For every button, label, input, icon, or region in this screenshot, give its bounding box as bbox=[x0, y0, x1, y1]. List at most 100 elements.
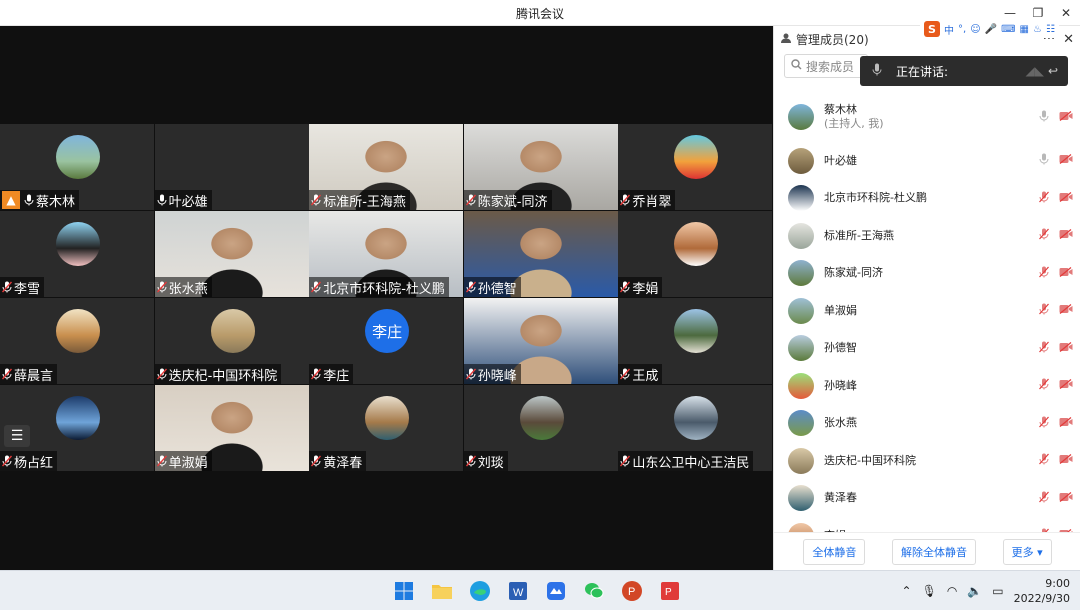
file-explorer-icon[interactable] bbox=[428, 577, 456, 605]
participant-tile[interactable]: 孙德智 bbox=[463, 211, 618, 297]
member-row[interactable]: 蔡木林 (主持人, 我) bbox=[774, 92, 1080, 142]
participant-name: 蔡木林 bbox=[36, 194, 76, 210]
ime-mode[interactable]: 中 bbox=[944, 22, 954, 37]
ime-toolbar[interactable]: S 中 °, ☺ 🎤 ⌨ ▦ ♨ ☷ bbox=[920, 20, 1059, 38]
participant-list-icon[interactable]: ☰ bbox=[4, 425, 30, 447]
member-row[interactable]: 张水燕 bbox=[774, 405, 1080, 443]
member-row[interactable]: 叶必雄 bbox=[774, 142, 1080, 180]
tray-mic-icon[interactable]: 🎙 bbox=[922, 584, 937, 598]
participant-tile[interactable]: 李雪 bbox=[0, 211, 154, 297]
member-mic-muted-icon[interactable] bbox=[1039, 491, 1049, 506]
clock-date: 2022/9/30 bbox=[1013, 592, 1070, 605]
member-row[interactable]: 陈家斌-同济 bbox=[774, 255, 1080, 293]
word-icon[interactable]: W bbox=[504, 577, 532, 605]
member-camera-icon[interactable] bbox=[1059, 416, 1073, 430]
ime-emoji-icon[interactable]: ☺ bbox=[970, 24, 980, 35]
participant-tile[interactable]: 张水燕 bbox=[154, 211, 309, 297]
powerpoint-icon[interactable]: P bbox=[618, 577, 646, 605]
participant-tile[interactable]: 李庄 李庄 bbox=[309, 298, 464, 384]
member-mic-muted-icon[interactable] bbox=[1039, 378, 1049, 393]
unmute-all-button[interactable]: 解除全体静音 bbox=[891, 538, 976, 565]
panel-close-icon[interactable]: ✕ bbox=[1063, 32, 1074, 47]
participant-tile[interactable]: 山东公卫中心王洁民 bbox=[618, 385, 773, 471]
clock[interactable]: 9:00 2022/9/30 bbox=[1014, 576, 1070, 606]
participant-name: 孙晓峰 bbox=[477, 368, 517, 384]
participant-tile[interactable]: 王成 bbox=[618, 298, 773, 384]
participant-tile[interactable]: 标准所-王海燕 bbox=[309, 124, 464, 210]
member-info: 蔡木林 (主持人, 我) bbox=[824, 103, 884, 131]
member-row[interactable]: 北京市环科院-杜义鹏 bbox=[774, 180, 1080, 218]
member-camera-icon[interactable] bbox=[1059, 191, 1073, 205]
member-row[interactable]: 孙晓峰 bbox=[774, 367, 1080, 405]
video-area: ▲ 蔡木林 叶必雄 标准所-王海燕 陈家斌-同济 乔肖翠李雪 张水燕 北京市环科院-杜义鹏 孙德… bbox=[0, 26, 773, 570]
member-mic-muted-icon[interactable] bbox=[1039, 341, 1049, 356]
participant-name: 李庄 bbox=[323, 368, 350, 384]
member-row[interactable]: 黄泽春 bbox=[774, 480, 1080, 518]
participant-tile[interactable]: 单淑娟 bbox=[154, 385, 309, 471]
volume-icon[interactable]: 🔈 bbox=[967, 584, 982, 598]
more-button[interactable]: 更多 ▾ bbox=[1002, 538, 1052, 565]
ime-tools-icon[interactable]: ▦ bbox=[1020, 24, 1029, 35]
wifi-icon[interactable]: ◠ bbox=[947, 584, 957, 598]
participant-tile[interactable]: 乔肖翠 bbox=[618, 124, 773, 210]
member-camera-icon[interactable] bbox=[1059, 229, 1073, 242]
member-mic-muted-icon[interactable] bbox=[1039, 453, 1049, 468]
participant-tile[interactable]: 李娟 bbox=[618, 211, 773, 297]
ime-punct-icon[interactable]: °, bbox=[958, 24, 966, 35]
participant-tile[interactable]: 薛晨言 bbox=[0, 298, 154, 384]
wechat-icon[interactable] bbox=[580, 577, 608, 605]
member-name: 孙晓峰 bbox=[824, 378, 857, 392]
member-mic-icon[interactable] bbox=[1039, 110, 1049, 125]
participant-tile[interactable]: 黄泽春 bbox=[309, 385, 464, 471]
ime-voice-icon[interactable]: 🎤 bbox=[985, 24, 997, 35]
ime-skin-icon[interactable]: ♨ bbox=[1033, 24, 1042, 35]
member-row[interactable]: 迭庆杞-中国环科院 bbox=[774, 442, 1080, 480]
member-row[interactable]: 标准所-王海燕 bbox=[774, 217, 1080, 255]
member-camera-icon[interactable] bbox=[1059, 379, 1073, 392]
mute-all-button[interactable]: 全体静音 bbox=[803, 538, 866, 565]
participant-tile[interactable]: 北京市环科院-杜义鹏 bbox=[309, 211, 464, 297]
member-mic-muted-icon[interactable] bbox=[1039, 416, 1049, 431]
member-search-input[interactable]: 搜索成员 bbox=[784, 54, 868, 78]
collapse-icon[interactable]: ↩ bbox=[1048, 64, 1058, 78]
tencent-meeting-icon[interactable] bbox=[542, 577, 570, 605]
mic-muted-icon bbox=[156, 455, 167, 467]
member-mic-icon[interactable] bbox=[1039, 153, 1049, 168]
tray-chevron-icon[interactable]: ⌃ bbox=[902, 584, 912, 598]
participant-tile[interactable]: 刘琰 bbox=[463, 385, 618, 471]
ime-menu-icon[interactable]: ☷ bbox=[1046, 24, 1055, 35]
member-camera-icon[interactable] bbox=[1059, 110, 1073, 124]
member-avatar bbox=[788, 410, 814, 437]
member-mic-muted-icon[interactable] bbox=[1039, 191, 1049, 206]
member-row[interactable]: 李娟 bbox=[774, 517, 1080, 532]
member-camera-icon[interactable] bbox=[1059, 304, 1073, 317]
participant-tile[interactable]: 孙晓峰 bbox=[463, 298, 618, 384]
pdf-icon[interactable]: P bbox=[656, 577, 684, 605]
participant-name: 王成 bbox=[632, 368, 659, 384]
member-mic-muted-icon[interactable] bbox=[1039, 303, 1049, 318]
member-list[interactable]: 蔡木林 (主持人, 我) 叶必雄 北京市环科院-杜义鹏 标准所-王海燕 陈家斌-同济 单淑娟… bbox=[774, 92, 1080, 532]
participant-tile[interactable]: 杨占红 ☰ bbox=[0, 385, 154, 471]
participant-tile[interactable]: 叶必雄 bbox=[154, 124, 309, 210]
ime-logo: S bbox=[924, 21, 940, 37]
member-status-icons bbox=[1039, 110, 1073, 125]
battery-icon[interactable]: ▭ bbox=[992, 584, 1003, 598]
participant-name-label: 李娟 bbox=[618, 277, 663, 297]
member-row[interactable]: 单淑娟 bbox=[774, 292, 1080, 330]
member-camera-icon[interactable] bbox=[1059, 341, 1073, 355]
start-icon[interactable] bbox=[390, 577, 418, 605]
member-row[interactable]: 孙德智 bbox=[774, 330, 1080, 368]
edge-icon[interactable] bbox=[466, 577, 494, 605]
member-camera-icon[interactable] bbox=[1059, 266, 1073, 280]
member-camera-icon[interactable] bbox=[1059, 154, 1073, 167]
member-camera-icon[interactable] bbox=[1059, 491, 1073, 505]
member-mic-muted-icon[interactable] bbox=[1039, 228, 1049, 243]
svg-text:P: P bbox=[665, 587, 672, 598]
ime-keyboard-icon[interactable]: ⌨ bbox=[1001, 24, 1015, 35]
participant-tile[interactable]: 迭庆杞-中国环科院 bbox=[154, 298, 309, 384]
member-camera-icon[interactable] bbox=[1059, 454, 1073, 467]
member-status-icons bbox=[1039, 341, 1073, 356]
participant-tile[interactable]: 陈家斌-同济 bbox=[463, 124, 618, 210]
participant-tile[interactable]: ▲ 蔡木林 bbox=[0, 124, 154, 210]
member-mic-muted-icon[interactable] bbox=[1039, 266, 1049, 281]
